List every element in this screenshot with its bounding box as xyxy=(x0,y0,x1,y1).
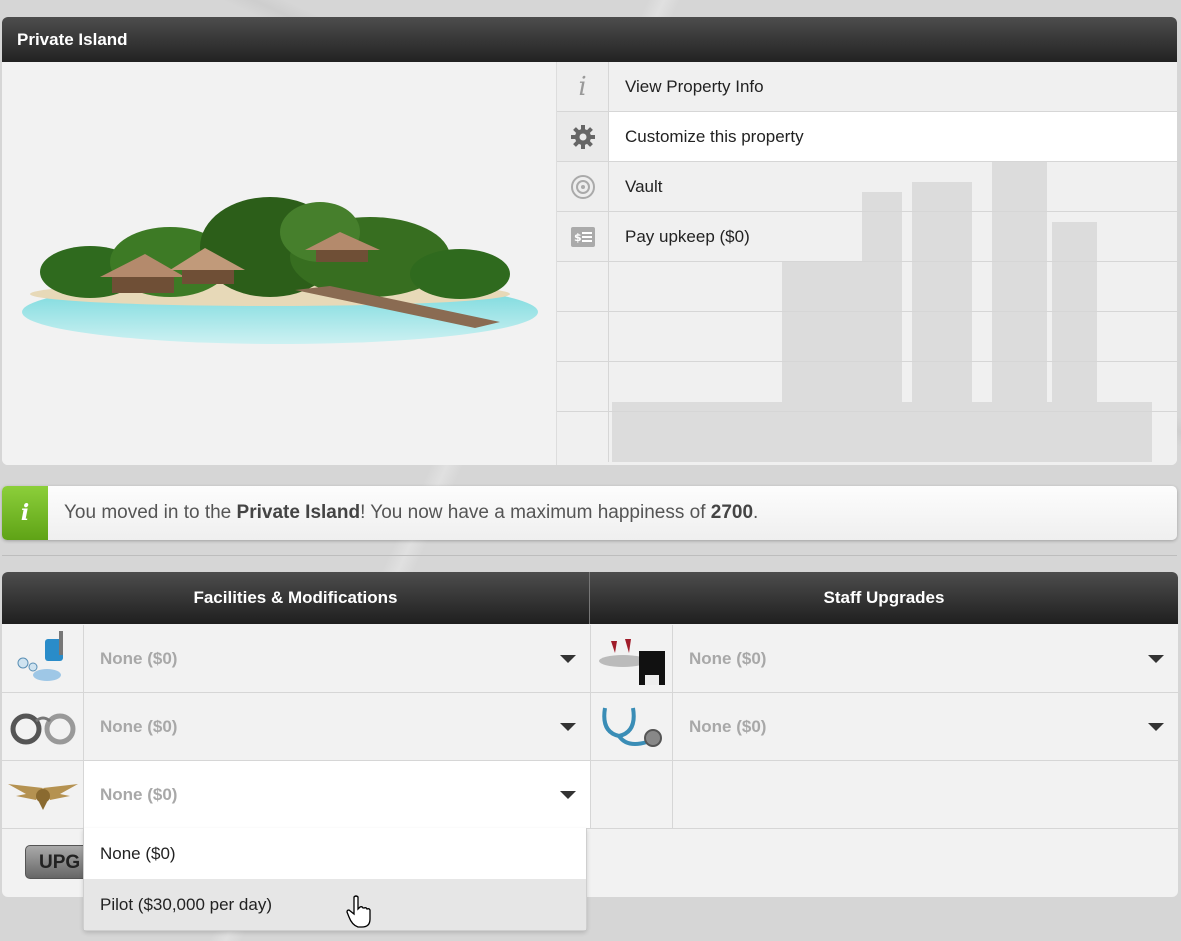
vault-icon xyxy=(557,162,609,211)
chevron-down-icon xyxy=(560,654,576,663)
staff-row: None ($0) xyxy=(590,625,1178,693)
dropdown-option-none[interactable]: None ($0) xyxy=(84,828,586,879)
menu-empty-row xyxy=(557,312,1177,362)
property-image xyxy=(2,62,557,465)
menu-label: Customize this property xyxy=(625,126,804,146)
menu-empty-row xyxy=(557,262,1177,312)
menu-customize-property[interactable]: Customize this property xyxy=(557,112,1177,162)
property-menu: i View Property Info Customize this prop… xyxy=(557,62,1177,465)
pilot-wings-icon xyxy=(2,761,84,828)
property-panel: Private Island i View Property Info Cust… xyxy=(2,17,1177,465)
staff-select-2[interactable]: None ($0) xyxy=(673,693,1178,760)
staff-row-empty xyxy=(590,761,1178,829)
menu-label: Pay upkeep ($0) xyxy=(625,226,750,246)
facility-row: None ($0) xyxy=(2,625,590,693)
facility-select-1[interactable]: None ($0) xyxy=(84,625,590,692)
menu-empty-row xyxy=(557,412,1177,462)
cleaning-icon xyxy=(2,625,84,692)
hand-cursor-icon xyxy=(346,895,371,928)
chevron-down-icon xyxy=(1148,654,1164,663)
info-icon: i xyxy=(2,486,48,540)
menu-empty-row xyxy=(557,362,1177,412)
upkeep-icon: $ xyxy=(557,212,609,261)
facility-row: None ($0) xyxy=(2,693,590,761)
chevron-down-icon xyxy=(560,722,576,731)
staff-select-1[interactable]: None ($0) xyxy=(673,625,1178,692)
butler-icon xyxy=(591,625,673,692)
handcuffs-icon xyxy=(2,693,84,760)
menu-view-property-info[interactable]: i View Property Info xyxy=(557,62,1177,112)
menu-label: View Property Info xyxy=(625,76,764,96)
chevron-down-icon xyxy=(1148,722,1164,731)
facility-select-3[interactable]: None ($0) xyxy=(84,761,590,828)
property-name: Private Island xyxy=(236,502,361,523)
divider xyxy=(2,555,1177,556)
info-message: i You moved in to the Private Island! Yo… xyxy=(2,486,1177,540)
menu-pay-upkeep[interactable]: $ Pay upkeep ($0) xyxy=(557,212,1177,262)
gear-icon xyxy=(557,112,609,161)
staff-header: Staff Upgrades xyxy=(589,572,1178,624)
chevron-down-icon xyxy=(560,790,576,799)
facility-row: None ($0) xyxy=(2,761,590,829)
menu-vault[interactable]: Vault xyxy=(557,162,1177,212)
menu-label: Vault xyxy=(625,176,663,196)
facility-select-2[interactable]: None ($0) xyxy=(84,693,590,760)
facility-dropdown-menu: None ($0) Pilot ($30,000 per day) xyxy=(83,828,587,931)
facilities-header: Facilities & Modifications xyxy=(2,572,589,624)
happiness-value: 2700 xyxy=(710,502,754,523)
property-title: Private Island xyxy=(2,17,1177,62)
info-icon: i xyxy=(557,62,609,111)
staff-row: None ($0) xyxy=(590,693,1178,761)
dropdown-option-pilot[interactable]: Pilot ($30,000 per day) xyxy=(84,879,586,930)
svg-text:$: $ xyxy=(574,231,582,244)
stethoscope-icon xyxy=(591,693,673,760)
info-message-text: You moved in to the Private Island! You … xyxy=(64,502,759,523)
